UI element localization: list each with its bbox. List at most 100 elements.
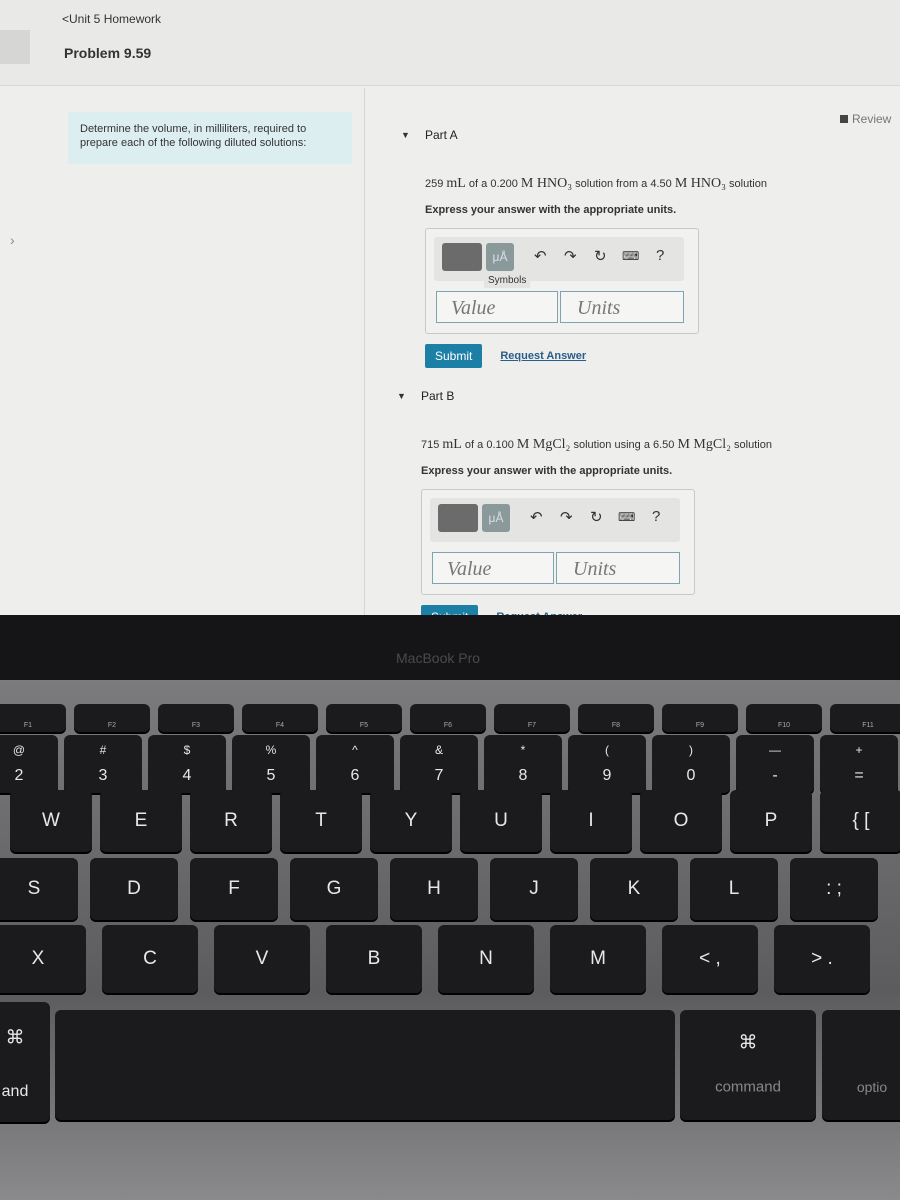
key-space[interactable]	[55, 1010, 675, 1120]
key-8-row1[interactable]: P	[730, 790, 812, 852]
key-f3[interactable]: F3	[158, 704, 234, 732]
key-label: 4	[182, 767, 192, 784]
key-right-command[interactable]: ⌘ command	[680, 1010, 816, 1120]
units-input[interactable]: Units	[556, 552, 680, 584]
key-label: F9	[695, 722, 705, 729]
key-left-command[interactable]: ⌘ and	[0, 1002, 50, 1122]
key-6-row2[interactable]: K	[590, 858, 678, 920]
key-3[interactable]: #3	[64, 735, 142, 793]
header: <Unit 5 Homework Problem 9.59	[0, 0, 900, 86]
submit-button[interactable]: Submit	[421, 605, 479, 615]
key-0-row3[interactable]: X	[0, 925, 86, 993]
key-3-row1[interactable]: T	[280, 790, 362, 852]
key-7-row2[interactable]: L	[690, 858, 778, 920]
key-5-row3[interactable]: M	[550, 925, 646, 993]
key-f4[interactable]: F4	[242, 704, 318, 732]
undo-icon[interactable]: ↶	[530, 508, 543, 526]
key-f5[interactable]: F5	[326, 704, 402, 732]
reset-icon[interactable]: ↻	[594, 247, 607, 265]
redo-icon[interactable]: ↷	[564, 247, 577, 265]
request-answer-link[interactable]: Request Answer	[500, 350, 586, 362]
undo-icon[interactable]: ↶	[534, 247, 547, 265]
key-7-row1[interactable]: O	[640, 790, 722, 852]
part-header[interactable]: ▼ Part A	[401, 128, 767, 142]
key-label: O	[673, 810, 689, 831]
key-label: =	[854, 767, 864, 784]
key-8-row2[interactable]: : ;	[790, 858, 878, 920]
keyboard-icon[interactable]: ⌨	[618, 510, 635, 524]
key-label: J	[529, 878, 539, 899]
redo-icon[interactable]: ↷	[560, 508, 573, 526]
key-6-row1[interactable]: I	[550, 790, 632, 852]
review-icon	[840, 115, 848, 123]
key-1-row1[interactable]: E	[100, 790, 182, 852]
key-5-row1[interactable]: U	[460, 790, 542, 852]
key-2-row2[interactable]: F	[190, 858, 278, 920]
key-f6[interactable]: F6	[410, 704, 486, 732]
key-label: { [	[852, 810, 870, 831]
key-0-row1[interactable]: W	[10, 790, 92, 852]
templates-icon[interactable]	[442, 243, 482, 271]
key-1-row3[interactable]: C	[102, 925, 198, 993]
key-4-row2[interactable]: H	[390, 858, 478, 920]
key-2-row1[interactable]: R	[190, 790, 272, 852]
collapse-triangle-icon[interactable]: ▼	[397, 391, 406, 401]
key-8[interactable]: * 8	[484, 735, 562, 793]
breadcrumb-link[interactable]: <Unit 5 Homework	[62, 12, 161, 26]
key-label: 5	[266, 767, 276, 784]
value-input[interactable]: Value	[432, 552, 554, 584]
help-icon[interactable]: ?	[656, 247, 664, 264]
symbols-icon[interactable]: μÅ	[482, 504, 510, 532]
key-=[interactable]: + =	[820, 735, 898, 793]
key-label: 7	[434, 767, 444, 784]
key-f2[interactable]: F2	[74, 704, 150, 732]
key-label: F5	[359, 722, 369, 729]
key-1-row2[interactable]: D	[90, 858, 178, 920]
divider	[364, 88, 365, 615]
review-link[interactable]: Review	[840, 112, 891, 126]
key-7[interactable]: & 7	[400, 735, 478, 793]
submit-button[interactable]: Submit	[425, 344, 483, 368]
key-0-row2[interactable]: S	[0, 858, 78, 920]
part-header[interactable]: ▼ Part B	[397, 389, 772, 403]
key-f7[interactable]: F7	[494, 704, 570, 732]
key-f1[interactable]: F1	[0, 704, 66, 732]
expand-chevron-icon[interactable]: ›	[10, 232, 15, 248]
key-f11[interactable]: F11	[830, 704, 900, 732]
key-4-row1[interactable]: Y	[370, 790, 452, 852]
question-text: 259 mL of a 0.200 M HNO₃ solution from a…	[425, 176, 767, 192]
key-6[interactable]: ^ 6	[316, 735, 394, 793]
side-tab[interactable]	[0, 30, 30, 64]
key-4[interactable]: $4	[148, 735, 226, 793]
key-7-row3[interactable]: > .	[774, 925, 870, 993]
key-3-row2[interactable]: G	[290, 858, 378, 920]
key-label: L	[728, 878, 740, 899]
key-3-row3[interactable]: B	[326, 925, 422, 993]
key-6-row3[interactable]: < ,	[662, 925, 758, 993]
help-icon[interactable]: ?	[652, 508, 660, 525]
key-4-row3[interactable]: N	[438, 925, 534, 993]
key-f8[interactable]: F8	[578, 704, 654, 732]
collapse-triangle-icon[interactable]: ▼	[401, 130, 410, 140]
key-2-row3[interactable]: V	[214, 925, 310, 993]
key-5-row2[interactable]: J	[490, 858, 578, 920]
value-input[interactable]: Value	[436, 291, 558, 323]
math-toolbar: μÅ ↶ ↷ ↻ ⌨ ?	[434, 237, 684, 281]
units-input[interactable]: Units	[560, 291, 684, 323]
key-f9[interactable]: F9	[662, 704, 738, 732]
key-shift-label: &	[434, 743, 443, 757]
key--[interactable]: — -	[736, 735, 814, 793]
key-0[interactable]: ) 0	[652, 735, 730, 793]
reset-icon[interactable]: ↻	[590, 508, 603, 526]
key-5[interactable]: % 5	[232, 735, 310, 793]
key-9[interactable]: (9	[568, 735, 646, 793]
symbols-icon[interactable]: μÅ	[486, 243, 514, 271]
templates-icon[interactable]	[438, 504, 478, 532]
key-option[interactable]: optio	[822, 1010, 900, 1120]
key-f10[interactable]: F10	[746, 704, 822, 732]
key-9-row1[interactable]: { [	[820, 790, 900, 852]
key-label: < ,	[699, 948, 721, 969]
key-2[interactable]: @2	[0, 735, 58, 793]
instruction: Express your answer with the appropriate…	[425, 204, 677, 216]
keyboard-icon[interactable]: ⌨	[622, 249, 639, 263]
